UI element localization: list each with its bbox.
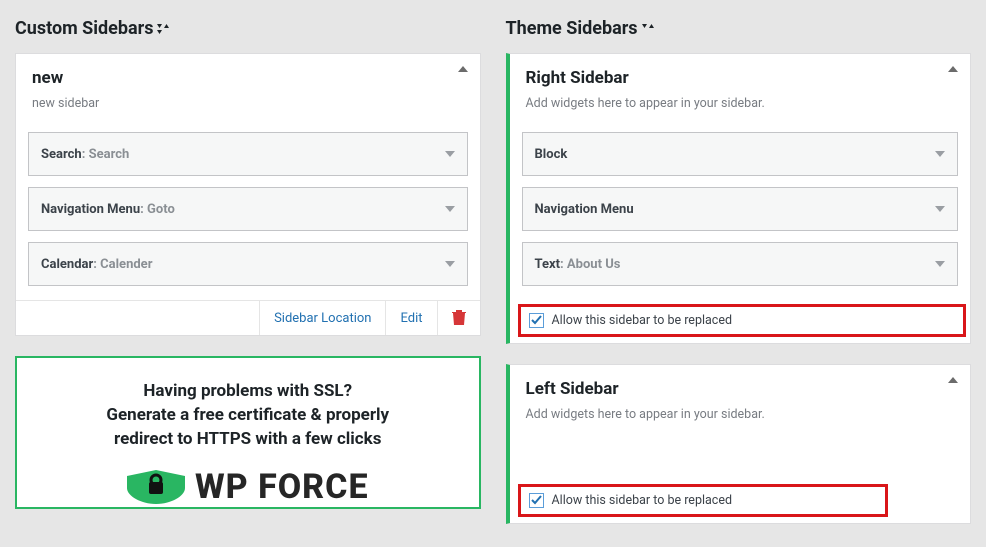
theme-sidebars-heading: Theme Sidebars (506, 18, 972, 39)
widget-instance: About Us (567, 257, 621, 272)
chevron-down-icon (935, 261, 945, 267)
widget-item[interactable]: Block (522, 132, 959, 176)
allow-replace-highlight: Allow this sidebar to be replaced (518, 484, 888, 517)
panel-title: new (32, 68, 464, 88)
sort-toggle-icon[interactable] (157, 24, 171, 34)
promo-line3: redirect to HTTPS with a few clicks (114, 429, 381, 449)
widget-label: Calendar: Calender (41, 257, 152, 272)
custom-sidebars-heading-text: Custom Sidebars (15, 18, 153, 39)
panel-description: new sidebar (32, 96, 464, 111)
sidebar-location-cell: Sidebar Location (260, 301, 386, 335)
chevron-down-icon (445, 261, 455, 267)
widget-name: Navigation Menu (41, 202, 140, 217)
chevron-down-icon (445, 151, 455, 157)
panel-header: Right Sidebar Add widgets here to appear… (510, 54, 971, 121)
promo-line1: Having problems with SSL? (143, 381, 352, 401)
ssl-promo-box: Having problems with SSL? Generate a fre… (15, 356, 481, 509)
widget-item[interactable]: Text: About Us (522, 242, 959, 286)
panel-title: Left Sidebar (526, 379, 955, 399)
allow-replace-checkbox[interactable] (529, 313, 544, 328)
widget-name: Search (41, 147, 82, 162)
collapse-toggle-icon[interactable] (948, 66, 958, 72)
widget-list-empty (510, 432, 971, 484)
widget-name: Calendar (41, 257, 93, 272)
widget-instance: Calender (100, 257, 152, 272)
widget-instance: Goto (147, 202, 175, 217)
panel-title: Right Sidebar (526, 68, 955, 88)
theme-sidebar-panel-right: Right Sidebar Add widgets here to appear… (506, 53, 972, 344)
widget-item[interactable]: Search: Search (28, 132, 468, 176)
custom-sidebars-heading: Custom Sidebars (15, 18, 481, 39)
edit-cell: Edit (386, 301, 437, 335)
sort-toggle-icon[interactable] (642, 24, 656, 34)
footer-spacer (16, 301, 260, 335)
theme-sidebars-heading-text: Theme Sidebars (506, 18, 638, 39)
widget-item[interactable]: Navigation Menu: Goto (28, 187, 468, 231)
collapse-toggle-icon[interactable] (458, 66, 468, 72)
chevron-down-icon (445, 206, 455, 212)
trash-icon[interactable] (452, 310, 466, 326)
promo-line2: Generate a free certificate & properly (106, 405, 389, 425)
panel-description: Add widgets here to appear in your sideb… (526, 407, 955, 422)
promo-brand-text: WP FORCE (195, 467, 369, 507)
theme-sidebar-panel-left: Left Sidebar Add widgets here to appear … (506, 364, 972, 524)
edit-link[interactable]: Edit (400, 311, 422, 326)
chevron-down-icon (935, 206, 945, 212)
widget-item[interactable]: Calendar: Calender (28, 242, 468, 286)
allow-replace-label: Allow this sidebar to be replaced (552, 313, 733, 328)
panel-header: new new sidebar (16, 54, 480, 121)
sidebar-location-link[interactable]: Sidebar Location (274, 311, 371, 326)
custom-sidebar-panel: new new sidebar Search: Search Navigatio… (15, 53, 481, 336)
chevron-down-icon (935, 151, 945, 157)
allow-replace-checkbox[interactable] (529, 493, 544, 508)
collapse-toggle-icon[interactable] (948, 377, 958, 383)
theme-sidebars-column: Theme Sidebars Right Sidebar Add widgets… (506, 0, 972, 544)
widget-label: Search: Search (41, 147, 129, 162)
widget-item[interactable]: Navigation Menu (522, 187, 959, 231)
widget-label: Text: About Us (535, 257, 621, 272)
panel-footer: Sidebar Location Edit (16, 300, 480, 335)
widget-label: Block (535, 147, 568, 162)
widget-label: Navigation Menu (535, 202, 634, 217)
delete-cell (438, 301, 480, 335)
promo-text: Having problems with SSL? Generate a fre… (35, 380, 461, 451)
widget-instance: Search (89, 147, 130, 162)
panel-header: Left Sidebar Add widgets here to appear … (510, 365, 971, 432)
widget-list: Block Navigation Menu Text: About Us (510, 132, 971, 300)
promo-logo: WP FORCE (35, 467, 461, 507)
shield-icon (127, 470, 185, 504)
custom-sidebars-column: Custom Sidebars new new sidebar Search: … (15, 0, 481, 544)
panel-description: Add widgets here to appear in your sideb… (526, 96, 955, 111)
widget-label: Navigation Menu: Goto (41, 202, 175, 217)
allow-replace-label: Allow this sidebar to be replaced (552, 493, 733, 508)
widget-list: Search: Search Navigation Menu: Goto Cal… (16, 132, 480, 300)
widget-name: Text (535, 257, 561, 272)
allow-replace-highlight: Allow this sidebar to be replaced (518, 304, 967, 337)
